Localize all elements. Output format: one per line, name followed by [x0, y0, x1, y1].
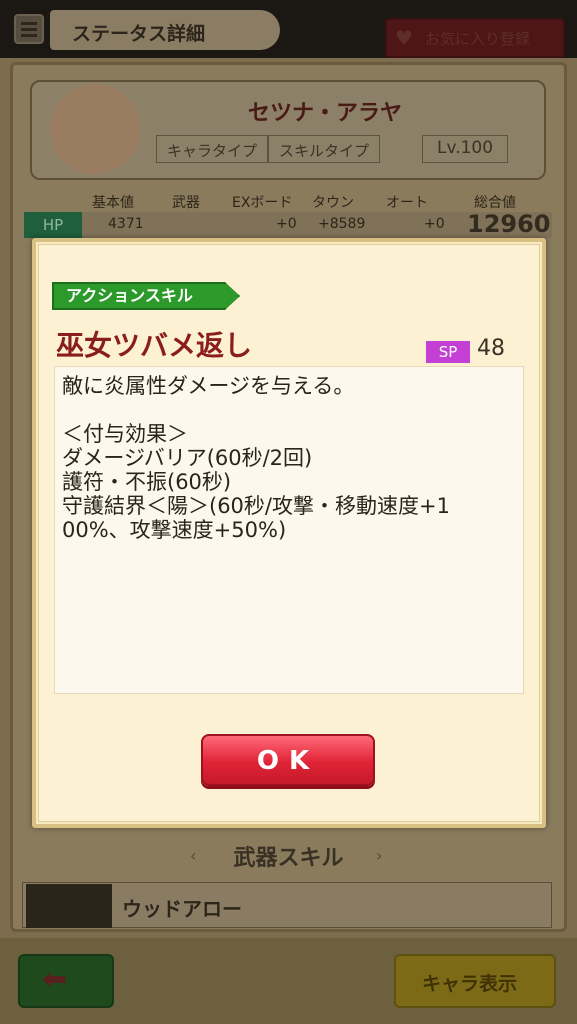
- page-title: ステータス詳細: [72, 23, 206, 45]
- hp-exboard: +0: [276, 216, 297, 232]
- weapon-icon: [26, 884, 112, 928]
- weapon-next-icon[interactable]: ›: [376, 846, 382, 865]
- col-town: タウン: [312, 195, 354, 211]
- heart-icon: ♥: [395, 26, 413, 50]
- description-line: 敵に炎属性ダメージを与える。: [62, 374, 355, 398]
- chara-type-tag[interactable]: キャラタイプ: [156, 135, 269, 163]
- hp-label: HP: [24, 212, 82, 238]
- sp-badge: SP: [426, 341, 470, 363]
- back-button[interactable]: ⬅: [18, 954, 114, 1008]
- level-badge: Lv.100: [422, 135, 509, 163]
- weapon-name: ウッドアロー: [122, 897, 242, 921]
- weapon-skill-title: 武器スキル: [233, 846, 344, 871]
- col-weapon: 武器: [172, 195, 200, 211]
- back-arrow-icon: ⬅: [42, 962, 68, 997]
- hp-base: 4371: [108, 216, 144, 232]
- skill-name: 巫女ツバメ返し: [56, 329, 253, 362]
- skill-type-tag[interactable]: スキルタイプ: [268, 135, 381, 163]
- chara-display-label: キャラ表示: [422, 973, 518, 995]
- page-title-plate: ステータス詳細: [50, 10, 280, 50]
- favorite-button[interactable]: ♥ お気に入り登録: [385, 18, 565, 58]
- ok-button[interactable]: OK: [201, 734, 375, 786]
- col-total: 総合値: [474, 195, 516, 211]
- hp-auto: +0: [424, 216, 445, 232]
- sp-value: 48: [477, 336, 505, 361]
- menu-icon[interactable]: [14, 14, 44, 44]
- hp-total: 12960: [467, 210, 551, 238]
- ok-label: OK: [256, 746, 320, 776]
- skill-category-label: アクションスキル: [52, 282, 240, 310]
- description-line: 00%、攻撃速度+50%): [62, 518, 287, 542]
- col-exboard: EXボード: [232, 195, 293, 211]
- avatar: [50, 84, 140, 174]
- col-auto: オート: [386, 195, 428, 211]
- hp-town: +8589: [318, 216, 366, 232]
- chara-display-button[interactable]: キャラ表示: [394, 954, 556, 1008]
- col-base: 基本値: [92, 195, 134, 211]
- character-name: セツナ・アラヤ: [248, 101, 403, 126]
- favorite-label: お気に入り登録: [425, 30, 531, 48]
